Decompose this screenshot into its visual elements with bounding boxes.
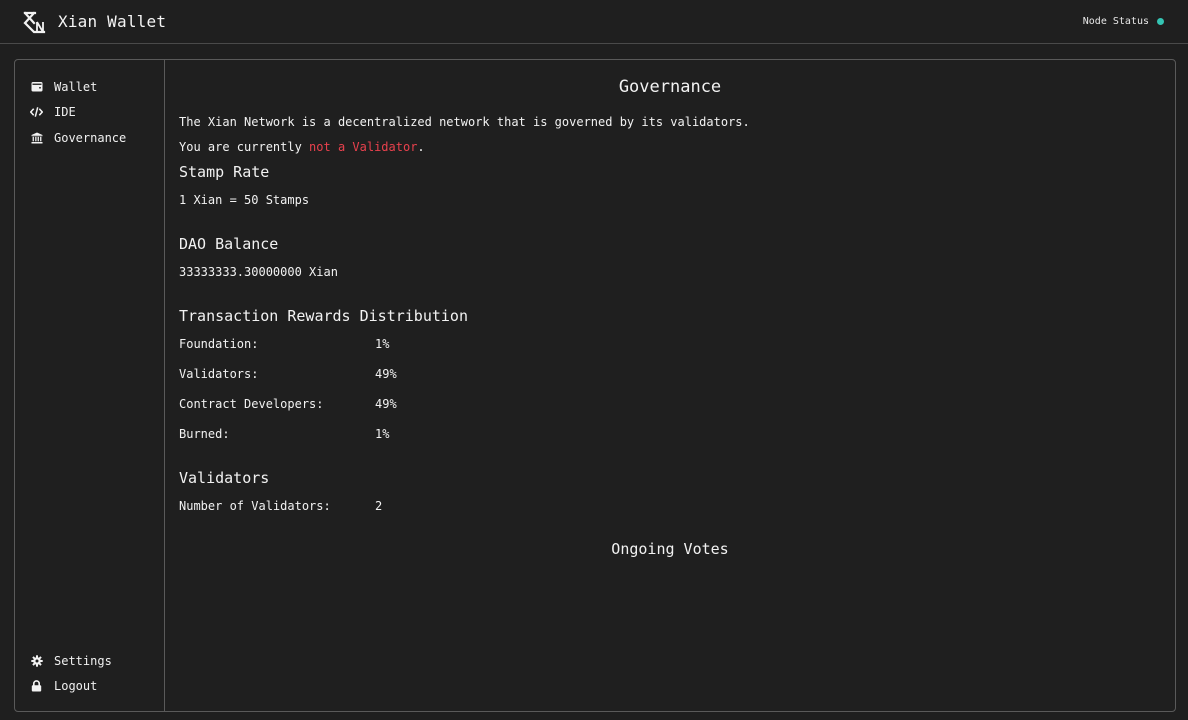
bank-icon [30, 131, 43, 144]
sidebar-item-label: Logout [54, 679, 98, 694]
governance-panel: Governance The Xian Network is a decentr… [165, 60, 1175, 711]
app-title: Xian Wallet [58, 12, 167, 31]
node-status: Node Status [1083, 16, 1166, 27]
sidebar-item-label: Settings [54, 653, 112, 668]
rewards-row: Validators: 49% [179, 366, 1161, 382]
rewards-row-value: 49% [375, 367, 397, 381]
dao-balance-heading: DAO Balance [179, 235, 279, 253]
rewards-row: Contract Developers: 49% [179, 396, 1161, 412]
sidebar-item-label: Wallet [54, 79, 98, 94]
rewards-row-value: 1% [375, 337, 390, 351]
validators-heading: Validators [179, 469, 270, 487]
validator-status-text: You are currently not a Validator. [179, 139, 1161, 155]
sidebar-item-wallet[interactable]: Wallet [15, 74, 164, 100]
sidebar-item-ide[interactable]: IDE [15, 100, 164, 126]
validator-status-prefix: You are currently [179, 140, 310, 154]
sidebar-item-label: IDE [54, 105, 76, 120]
gear-icon [30, 654, 43, 667]
rewards-row: Burned: 1% [179, 426, 1161, 442]
node-status-label: Node Status [1082, 16, 1149, 27]
wallet-icon [30, 80, 43, 93]
rewards-row-value: 1% [375, 427, 390, 441]
app-frame: Wallet IDE Governance Settings Logout Go… [14, 59, 1176, 712]
validator-status-badge: not a Validator [309, 140, 418, 154]
dao-balance-value: 33333333.30000000 Xian [179, 265, 338, 279]
rewards-row-label: Foundation: [179, 337, 259, 351]
lock-icon [30, 680, 43, 693]
validators-count-value: 2 [375, 499, 383, 513]
validators-count-row: Number of Validators: 2 [179, 498, 1161, 514]
rewards-heading: Transaction Rewards Distribution [179, 307, 468, 325]
rewards-row-value: 49% [375, 397, 397, 411]
sidebar: Wallet IDE Governance Settings Logout [15, 60, 165, 711]
status-dot-icon [1157, 18, 1164, 25]
sidebar-bottom: Settings Logout [15, 648, 164, 699]
intro-text: The Xian Network is a decentralized netw… [179, 115, 750, 129]
rewards-row-label: Contract Developers: [179, 397, 324, 411]
xian-logo-icon[interactable] [22, 10, 46, 34]
rewards-row-label: Burned: [179, 427, 230, 441]
sidebar-item-label: Governance [54, 130, 127, 145]
sidebar-item-logout[interactable]: Logout [15, 674, 164, 700]
stamp-rate-heading: Stamp Rate [179, 163, 270, 181]
rewards-row: Foundation: 1% [179, 336, 1161, 352]
stamp-rate-value: 1 Xian = 50 Stamps [179, 193, 310, 207]
sidebar-item-settings[interactable]: Settings [15, 648, 164, 674]
rewards-table: Foundation: 1% Validators: 49% Contract … [179, 336, 1161, 442]
top-bar: Xian Wallet Node Status [0, 0, 1188, 44]
sidebar-item-governance[interactable]: Governance [15, 125, 164, 151]
page-title: Governance [618, 77, 722, 97]
rewards-row-label: Validators: [179, 367, 259, 381]
ongoing-votes-heading: Ongoing Votes [611, 540, 729, 558]
validator-status-suffix: . [417, 140, 425, 154]
code-icon [30, 106, 43, 119]
validators-count-label: Number of Validators: [179, 499, 331, 513]
